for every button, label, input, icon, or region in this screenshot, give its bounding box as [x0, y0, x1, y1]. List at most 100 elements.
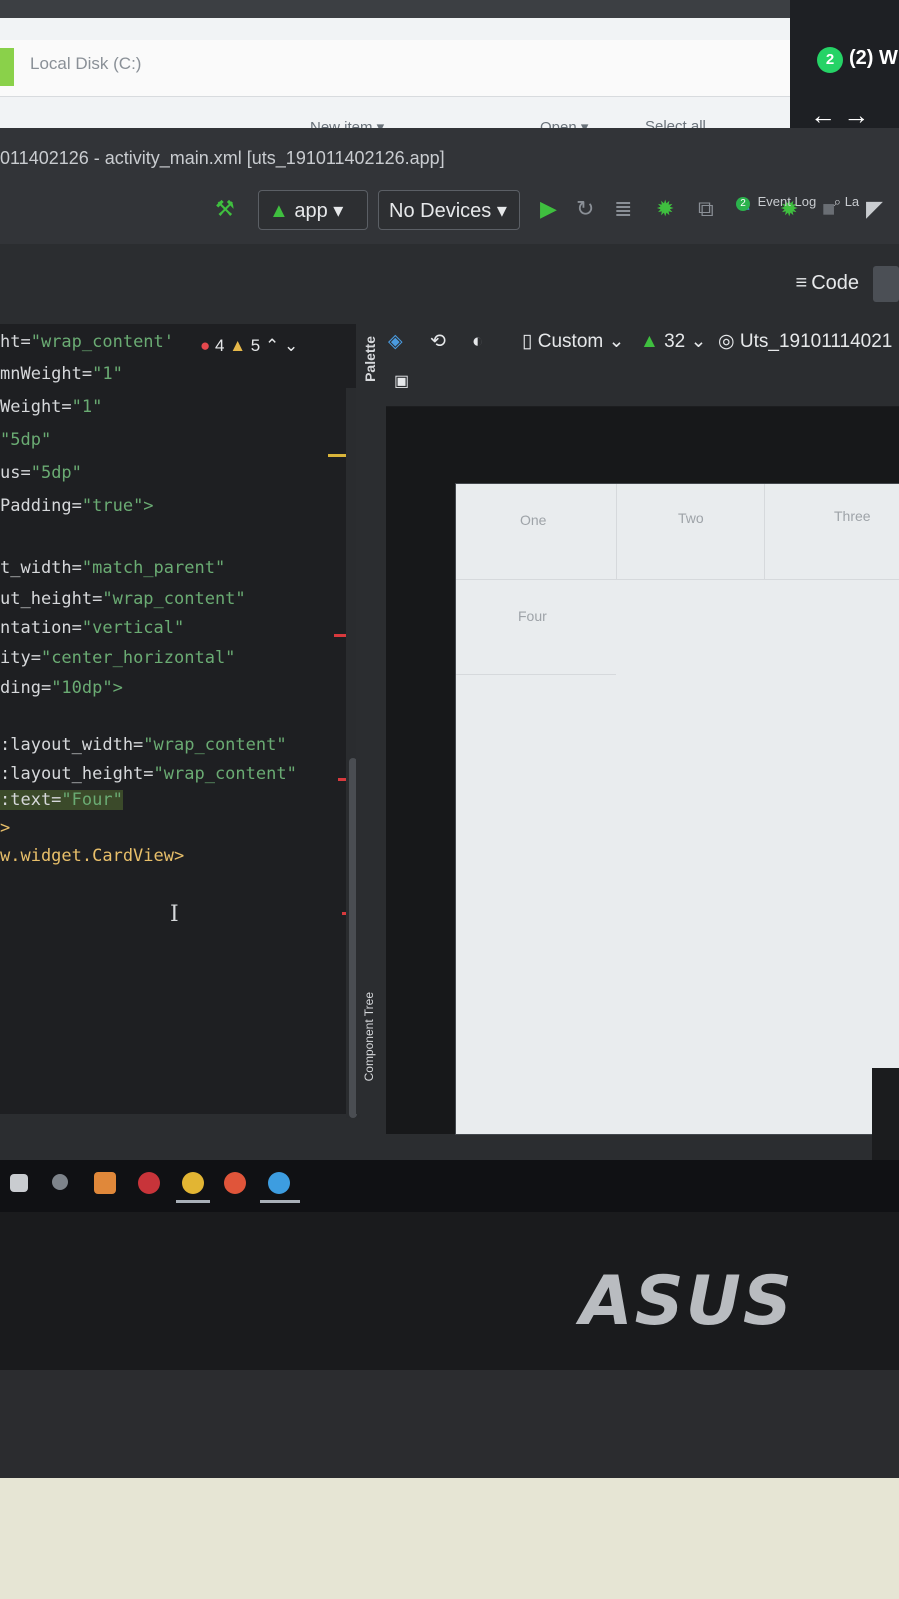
code-view-button[interactable]: ≡ Code	[796, 272, 859, 295]
event-log-button[interactable]: 2 Event Log ⌕ La	[736, 194, 859, 211]
explorer-address-text[interactable]: Local Disk (C:)	[30, 54, 141, 74]
whatsapp-title: (2) W	[849, 47, 898, 69]
start-icon[interactable]	[10, 1174, 28, 1192]
layout-inspector-label[interactable]: La	[845, 194, 859, 209]
apply-changes-icon[interactable]: ↻	[576, 196, 594, 222]
component-tree-tab[interactable]: Component Tree	[362, 992, 376, 1081]
window-title: 011402126 - activity_main.xml [uts_19101…	[0, 148, 445, 168]
active-app-indicator	[260, 1200, 300, 1203]
event-count-badge: 2	[736, 197, 750, 211]
chevron-down-icon: ▾	[496, 200, 507, 222]
api-level-dropdown[interactable]: ▲ 32 ⌄	[640, 328, 706, 356]
design-toolbar: ◈ ⟲ ◐ ▯ Custom ⌄ ▲ 32 ⌄ ◎ Uts_1910111402…	[386, 324, 899, 364]
firefox-icon[interactable]	[224, 1172, 246, 1194]
inspection-widget[interactable]: ● 4 ▲ 5 ⌃ ⌄	[200, 336, 298, 356]
code-label: Code	[811, 272, 859, 294]
device-dropdown[interactable]: ▯ Custom ⌄	[522, 328, 624, 356]
explorer-green-indicator	[0, 48, 14, 86]
design-surface: ◈ ⟲ ◐ ▯ Custom ⌄ ▲ 32 ⌄ ◎ Uts_1910111402…	[386, 324, 899, 1134]
night-mode-icon[interactable]: ◐	[472, 328, 483, 356]
orientation-icon[interactable]: ⟲	[430, 328, 446, 356]
split-view-button[interactable]	[873, 266, 899, 302]
code-line: ntation="vertical"	[0, 618, 185, 638]
code-line: t_width="match_parent"	[0, 558, 226, 578]
grid-divider	[456, 579, 899, 580]
code-lines-icon: ≡	[795, 272, 808, 294]
event-log-label: Event Log	[757, 194, 817, 209]
windows-taskbar	[0, 1160, 899, 1212]
code-line-highlighted: :text="Four"	[0, 790, 123, 810]
desk-surface	[0, 1478, 899, 1599]
text-cursor-icon: I	[170, 902, 179, 927]
palette-tab[interactable]: Palette	[362, 336, 378, 382]
chevron-down-icon: ▾	[333, 200, 344, 222]
code-line: :layout_height="wrap_content"	[0, 764, 297, 784]
run-icon[interactable]: ▶	[540, 196, 557, 222]
code-line: Weight="1"	[0, 397, 103, 417]
android-icon: ▲	[640, 331, 659, 352]
code-line: Padding="true">	[0, 496, 154, 516]
code-line: ding="10dp">	[0, 678, 123, 698]
error-count: 4	[215, 336, 225, 355]
code-line: ity="center_horizontal"	[0, 648, 236, 668]
nav-arrows-icon[interactable]: ← →	[810, 100, 869, 131]
code-line: >	[0, 818, 11, 838]
card-two[interactable]: Two	[678, 510, 704, 526]
code-line: ht="wrap_content'	[0, 332, 175, 352]
build-hammer-icon[interactable]: ⚒	[215, 196, 235, 222]
device-dropdown[interactable]: No Devices ▾	[378, 190, 520, 230]
code-line: "5dp"	[0, 430, 52, 450]
warning-icon: ▲	[229, 336, 247, 355]
active-app-indicator	[176, 1200, 210, 1203]
layout-inspector-icon[interactable]: ⌕	[834, 194, 841, 209]
laptop-hinge	[0, 1370, 899, 1480]
theme-icon: ◎	[718, 331, 735, 352]
android-studio-taskbar-icon[interactable]	[268, 1172, 290, 1194]
explorer-top-bar	[0, 0, 790, 18]
card-four[interactable]: Four	[518, 608, 547, 624]
layers-icon[interactable]: ◈	[388, 328, 403, 356]
search-icon[interactable]	[52, 1174, 68, 1190]
grid-divider	[616, 484, 617, 579]
debug-icon[interactable]: ✹	[656, 196, 674, 222]
chevron-down-icon: ⌄	[608, 331, 625, 352]
card-three[interactable]: Three	[834, 508, 871, 524]
attach-debugger-icon[interactable]: ⧉	[698, 196, 714, 222]
layout-preview[interactable]: One Two Three Four	[456, 484, 899, 1134]
code-line: us="5dp"	[0, 463, 82, 483]
code-line: mnWeight="1"	[0, 364, 123, 384]
brand-logo: ASUS	[580, 1262, 794, 1341]
device-label: Custom	[537, 331, 604, 352]
media-player-icon[interactable]	[138, 1172, 160, 1194]
warning-count: 5	[250, 336, 261, 355]
device-label: No Devices	[389, 200, 492, 222]
whatsapp-badge: 2	[817, 47, 843, 73]
error-icon: ●	[200, 336, 211, 355]
run-config-dropdown[interactable]: ▲ app ▾	[258, 190, 368, 230]
android-icon: ▲	[269, 200, 289, 222]
editor-header-bar: ≡ Code	[0, 244, 899, 325]
file-explorer-icon[interactable]	[94, 1172, 116, 1194]
blueprint-toggle-icon[interactable]: ▣	[394, 368, 409, 396]
run-config-label: app	[294, 200, 328, 222]
code-editor[interactable]: ● 4 ▲ 5 ⌃ ⌄ ht="wrap_content' mnWeight="…	[0, 324, 356, 1114]
chevron-up-icon[interactable]: ⌃	[265, 336, 279, 355]
theme-dropdown[interactable]: ◎ Uts_19101114021	[718, 328, 892, 356]
chevron-down-icon: ⌄	[690, 331, 707, 352]
chrome-icon[interactable]	[182, 1172, 204, 1194]
android-studio-window: 011402126 - activity_main.xml [uts_19101…	[0, 128, 899, 1308]
code-line: w.widget.CardView>	[0, 846, 185, 866]
design-toolbar-secondary: ▣	[386, 364, 899, 407]
card-one[interactable]: One	[520, 512, 546, 528]
grid-divider	[456, 674, 616, 675]
phone-icon: ▯	[522, 331, 533, 352]
title-bar: 011402126 - activity_main.xml [uts_19101…	[0, 128, 899, 190]
api-level-label: 32	[664, 331, 686, 352]
grid-divider	[764, 484, 765, 579]
chevron-down-icon[interactable]: ⌄	[284, 336, 298, 355]
gradle-sync-icon[interactable]: ◤	[866, 196, 883, 222]
apply-code-icon[interactable]: ≣	[614, 196, 632, 222]
theme-label: Uts_19101114021	[739, 331, 893, 352]
code-line: :layout_width="wrap_content"	[0, 735, 287, 755]
design-side-strip: Palette Component Tree	[356, 324, 387, 1114]
